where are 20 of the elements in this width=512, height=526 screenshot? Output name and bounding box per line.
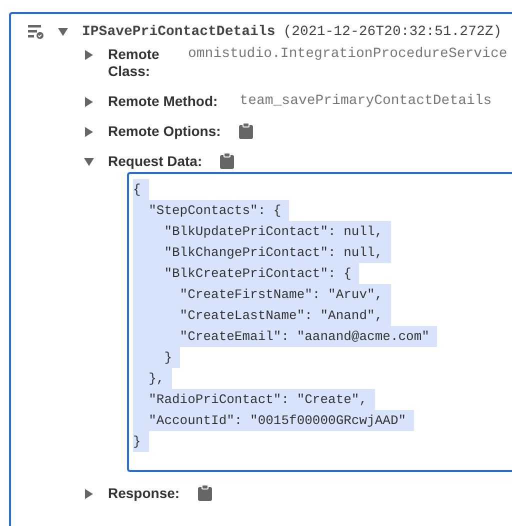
step-name: IPSavePriContactDetails [82, 24, 276, 40]
json-textarea[interactable] [127, 172, 512, 472]
list-check-icon [28, 25, 44, 39]
property-value: team_savePrimaryContactDetails [240, 93, 492, 110]
clipboard-icon[interactable] [220, 153, 234, 169]
property-value: omnistudio.IntegrationProcedureService [188, 46, 508, 63]
caret-icon[interactable] [84, 489, 94, 499]
timestamp: (2021-12-26T20:32:51.272Z) [283, 24, 502, 40]
caret-icon[interactable] [84, 157, 94, 167]
property-label: Remote Class: [108, 46, 160, 80]
caret-icon[interactable] [84, 97, 94, 107]
clipboard-icon[interactable] [238, 123, 253, 139]
property-label: Remote Method: [108, 93, 218, 110]
clipboard-icon[interactable] [198, 485, 212, 501]
caret-icon[interactable] [84, 50, 94, 60]
caret-icon[interactable] [84, 127, 94, 137]
caret-icon[interactable] [58, 27, 68, 37]
property-label: Remote Options: [108, 123, 221, 140]
property-label: Request Data: [108, 153, 202, 170]
property-label: Response: [108, 485, 180, 502]
